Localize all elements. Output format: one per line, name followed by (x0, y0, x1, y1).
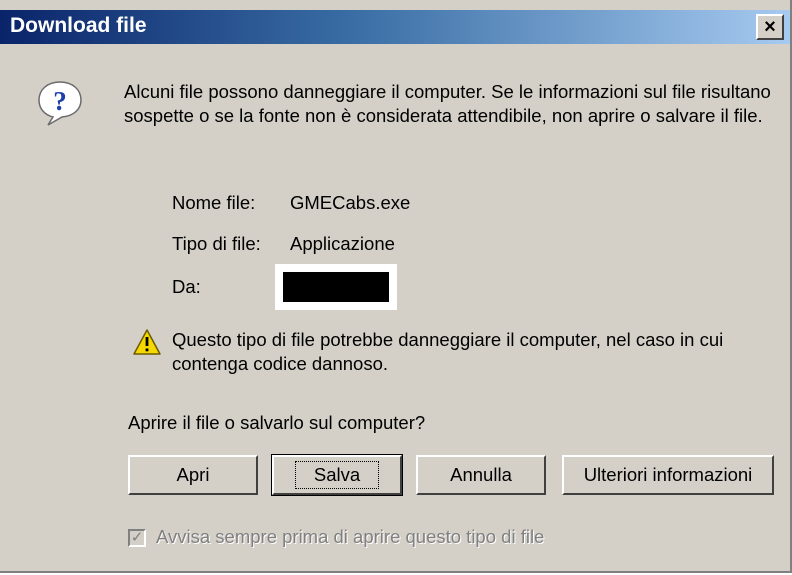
prompt-question: Aprire il file o salvarlo sul computer? (128, 412, 426, 433)
redaction-block (283, 272, 389, 302)
cancel-button[interactable]: Annulla (416, 455, 546, 495)
question-icon: ? (38, 81, 82, 126)
save-button[interactable]: Salva (271, 454, 403, 496)
warning-message: Alcuni file possono danneggiare il compu… (124, 81, 771, 126)
always-ask-checkbox[interactable]: ✓ (128, 529, 146, 547)
always-ask-label: Avvisa sempre prima di aprire questo tip… (156, 526, 545, 547)
dialog-title: Download file (10, 14, 147, 37)
save-button-label: Salva (294, 461, 380, 489)
more-info-button-label: Ulteriori informazioni (583, 464, 753, 485)
file-type-value: Applicazione (290, 233, 395, 254)
file-source-label: Da: (172, 276, 201, 297)
warning-icon (133, 329, 161, 355)
close-button[interactable]: × (756, 14, 784, 40)
open-button[interactable]: Apri (128, 455, 258, 495)
svg-text:?: ? (53, 86, 67, 116)
title-bar[interactable]: Download file × (0, 10, 790, 44)
file-name-label: Nome file: (172, 192, 256, 213)
open-button-label: Apri (176, 464, 210, 485)
file-type-label: Tipo di file: (172, 233, 261, 254)
warning-text: Questo tipo di file potrebbe danneggiare… (172, 329, 724, 374)
file-name-value: GMECabs.exe (290, 192, 411, 213)
cancel-button-label: Annulla (450, 464, 512, 485)
download-dialog: Download file × ? Alcuni file possono da… (0, 0, 792, 573)
file-source-value-redacted (275, 264, 397, 310)
more-info-button[interactable]: Ulteriori informazioni (562, 455, 774, 495)
close-icon: × (764, 16, 776, 38)
